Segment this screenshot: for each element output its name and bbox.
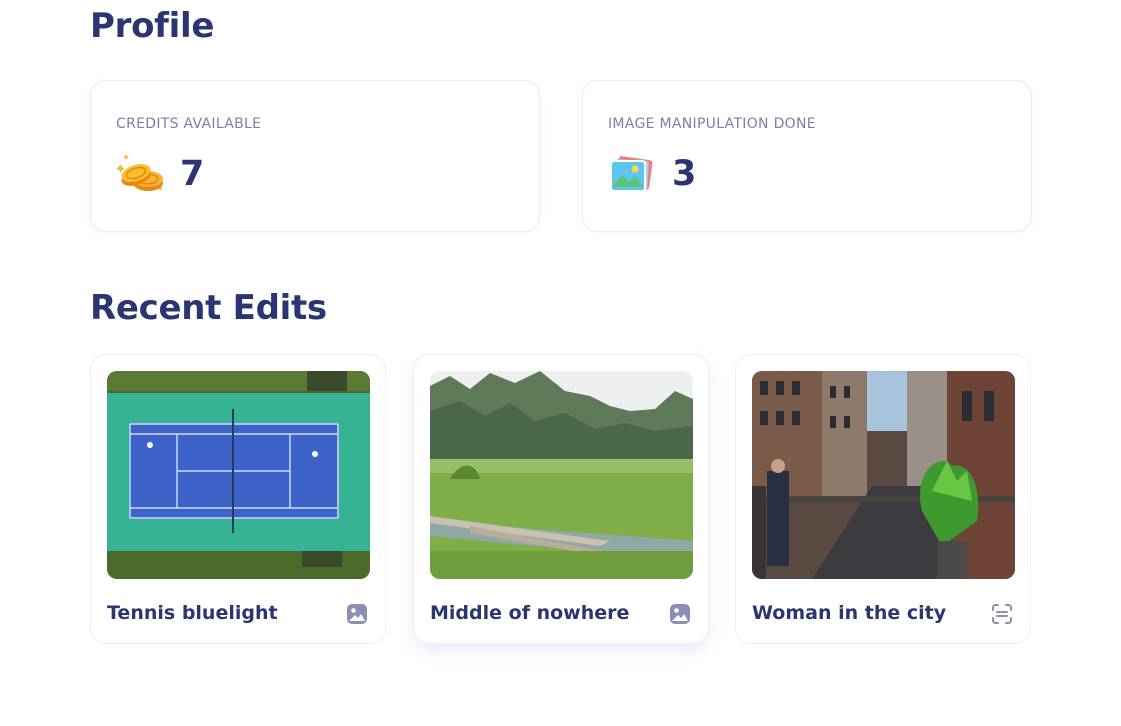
manipulations-label: IMAGE MANIPULATION DONE bbox=[608, 116, 816, 132]
credits-card: CREDITS AVAILABLE 7 bbox=[90, 80, 540, 232]
edit-caption: Woman in the city bbox=[752, 602, 947, 624]
image-icon bbox=[669, 603, 691, 625]
edit-card-tennis[interactable]: Tennis bluelight bbox=[90, 354, 386, 644]
edit-card-city[interactable]: Woman in the city bbox=[735, 354, 1031, 644]
manipulations-card: IMAGE MANIPULATION DONE 3 bbox=[582, 80, 1032, 232]
city-street-photo[interactable] bbox=[752, 371, 1015, 579]
credits-label: CREDITS AVAILABLE bbox=[116, 116, 262, 132]
images-icon bbox=[607, 153, 657, 197]
edit-caption: Tennis bluelight bbox=[107, 602, 278, 624]
coins-icon bbox=[115, 153, 165, 197]
page-title: Profile bbox=[90, 6, 215, 46]
edit-card-nowhere[interactable]: Middle of nowhere bbox=[413, 354, 709, 644]
credits-value: 7 bbox=[180, 154, 205, 194]
edit-caption: Middle of nowhere bbox=[430, 602, 630, 624]
scan-icon bbox=[991, 603, 1013, 625]
manipulations-value: 3 bbox=[672, 154, 697, 194]
recent-edits-title: Recent Edits bbox=[90, 288, 327, 328]
tennis-court-photo[interactable] bbox=[107, 371, 370, 579]
karst-field-photo[interactable] bbox=[430, 371, 693, 579]
image-icon bbox=[346, 603, 368, 625]
